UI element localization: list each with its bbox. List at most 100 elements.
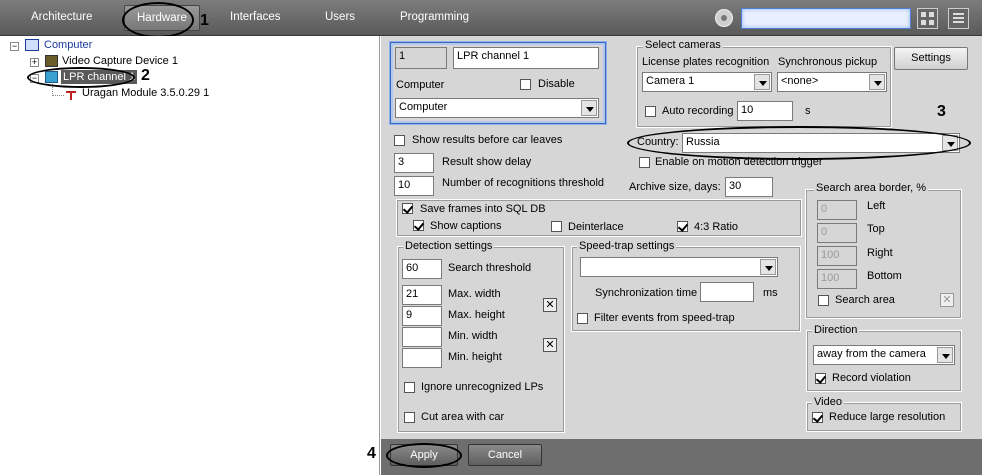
border-left-field[interactable]: 0 [817,200,857,220]
ignore-unrecognized-label: Ignore unrecognized LPs [421,381,544,393]
show-captions-checkbox[interactable] [413,220,424,231]
cut-area-checkbox[interactable] [404,412,415,423]
tree-item-computer[interactable]: Computer [44,39,92,51]
show-results-checkbox[interactable] [394,135,405,146]
lpr-camera-label: License plates recognition [642,56,770,68]
speed-trap-title: Speed-trap settings [577,240,677,252]
select-cameras-title: Select cameras [643,39,723,51]
border-bottom-label: Bottom [867,270,902,282]
filter-events-checkbox[interactable] [577,313,588,324]
channel-id-field[interactable]: 1 [395,47,447,69]
grid-view-icon[interactable] [917,8,938,29]
annotation-number-4: 4 [367,445,376,462]
search-threshold-field[interactable]: 60 [402,259,442,279]
recognitions-threshold-field[interactable]: 10 [394,176,434,196]
reduce-resolution-checkbox[interactable] [812,412,823,423]
ratio-label: 4:3 Ratio [694,221,739,233]
cancel-button[interactable]: Cancel [468,444,542,466]
tab-interfaces[interactable]: Interfaces [230,11,281,23]
expand-icon[interactable]: + [30,58,39,67]
action-bar: Apply Cancel [381,439,982,475]
channel-name-field[interactable]: LPR channel 1 [453,47,599,69]
disable-checkbox[interactable] [520,79,531,90]
clear-max-size-icon[interactable]: ✕ [543,298,557,312]
annotation-ellipse-hardware [122,2,194,38]
tree-connector [52,95,64,96]
archive-size-label: Archive size, days: [629,181,721,193]
auto-recording-field[interactable]: 10 [737,101,793,121]
annotation-ellipse-country [627,126,971,160]
annotation-number-2: 2 [141,67,150,84]
ratio-checkbox[interactable] [677,221,688,232]
sync-time-field[interactable] [700,282,754,302]
search-threshold-label: Search threshold [448,262,532,274]
detection-settings-title: Detection settings [403,240,495,252]
result-delay-field[interactable]: 3 [394,153,434,173]
ms-unit-label: ms [763,287,778,299]
sync-pickup-select[interactable]: <none> [777,72,887,92]
video-title: Video [812,396,844,408]
max-height-label: Max. height [448,309,505,321]
min-height-label: Min. height [448,351,502,363]
computer-label: Computer [396,79,445,91]
hardware-tree-panel: − Computer + Video Capture Device 1 − LP… [0,36,380,475]
cut-area-label: Cut area with car [421,411,505,423]
annotation-ellipse-channel [27,67,135,88]
annotation-ellipse-apply [386,443,462,468]
border-top-label: Top [867,223,885,235]
tree-item-uragan-module[interactable]: Uragan Module 3.5.0.29 1 [82,87,209,99]
result-delay-label: Result show delay [442,156,532,168]
seconds-unit-label: s [805,105,811,117]
auto-recording-label: Auto recording [662,105,734,117]
max-height-field[interactable]: 9 [402,306,442,326]
uragan-module-icon [65,89,77,101]
auto-recording-checkbox[interactable] [645,106,656,117]
sync-time-label: Synchronization time [595,287,698,299]
lpr-camera-select[interactable]: Camera 1 [642,72,772,92]
border-left-label: Left [867,200,886,212]
border-right-label: Right [867,247,893,259]
disable-label: Disable [538,78,575,90]
min-width-field[interactable] [402,327,442,347]
border-top-field[interactable]: 0 [817,223,857,243]
border-right-field[interactable]: 100 [817,246,857,266]
motion-trigger-checkbox[interactable] [639,157,650,168]
search-area-border-title: Search area border, % [814,182,929,194]
direction-title: Direction [812,324,860,336]
channel-settings-panel: 1 LPR channel 1 Computer Disable Compute… [381,36,982,439]
save-frames-checkbox[interactable] [402,203,413,214]
annotation-number-1: 1 [200,12,209,29]
clear-search-area-icon[interactable]: ✕ [940,293,954,307]
border-bottom-field[interactable]: 100 [817,269,857,289]
menu-icon[interactable] [948,8,969,29]
search-area-checkbox[interactable] [818,295,829,306]
tab-architecture[interactable]: Architecture [31,11,92,23]
recognitions-threshold-label: Number of recognitions threshold [442,177,605,189]
show-results-label: Show results before car leaves [412,134,563,146]
record-violation-label: Record violation [832,372,911,384]
search-input[interactable] [741,8,911,29]
max-width-field[interactable]: 21 [402,285,442,305]
speed-trap-select[interactable] [580,257,778,277]
computer-select[interactable]: Computer [395,98,599,118]
archive-size-field[interactable]: 30 [725,177,773,197]
record-violation-checkbox[interactable] [815,373,826,384]
min-width-label: Min. width [448,330,498,342]
tab-programming[interactable]: Programming [400,11,469,23]
computer-icon [25,39,39,51]
direction-select[interactable]: away from the camera [813,345,955,365]
capture-device-icon [45,55,58,67]
clear-min-size-icon[interactable]: ✕ [543,338,557,352]
collapse-icon[interactable]: − [10,42,19,51]
ignore-unrecognized-checkbox[interactable] [404,382,415,393]
deinterlace-checkbox[interactable] [551,221,562,232]
reduce-resolution-label: Reduce large resolution [829,411,946,423]
filter-events-label: Filter events from speed-trap [594,312,735,324]
tree-item-video-capture[interactable]: Video Capture Device 1 [62,55,178,67]
gear-icon[interactable] [715,9,733,27]
show-captions-label: Show captions [430,220,502,232]
max-width-label: Max. width [448,288,501,300]
tab-users[interactable]: Users [325,11,355,23]
settings-button[interactable]: Settings [894,47,968,70]
min-height-field[interactable] [402,348,442,368]
